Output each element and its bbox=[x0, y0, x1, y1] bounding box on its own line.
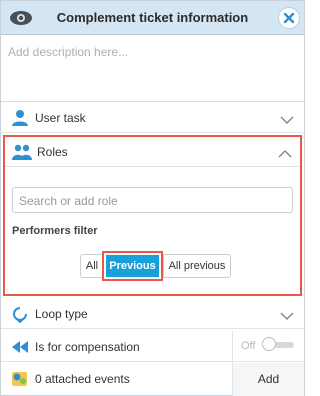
loop-icon bbox=[11, 305, 29, 324]
events-icon bbox=[11, 370, 29, 388]
attached-events-row: 0 attached events Add bbox=[1, 363, 304, 396]
chevron-down-icon[interactable] bbox=[280, 113, 294, 127]
user-task-row[interactable]: User task bbox=[1, 102, 304, 133]
chevron-down-icon[interactable] bbox=[280, 309, 294, 323]
loop-type-label: Loop type bbox=[35, 307, 88, 321]
toggle-knob[interactable] bbox=[262, 337, 276, 351]
compensation-toggle[interactable] bbox=[262, 337, 294, 351]
filter-all-button[interactable]: All bbox=[80, 254, 104, 278]
toggle-state-label: Off bbox=[241, 340, 256, 352]
attached-events-label: 0 attached events bbox=[35, 372, 130, 386]
ticket-panel: Complement ticket information Add descri… bbox=[0, 0, 305, 396]
roles-label: Roles bbox=[37, 145, 68, 159]
chevron-up-icon[interactable] bbox=[278, 147, 292, 161]
eye-icon[interactable] bbox=[9, 9, 33, 27]
description-placeholder: Add description here... bbox=[8, 45, 129, 59]
panel-header: Complement ticket information bbox=[1, 1, 304, 35]
description-field[interactable]: Add description here... bbox=[1, 35, 304, 102]
roles-header[interactable]: Roles bbox=[5, 137, 300, 167]
filter-all-previous-button[interactable]: All previous bbox=[163, 254, 231, 278]
role-search-input[interactable]: Search or add role bbox=[12, 187, 293, 213]
filter-previous-highlight: Previous bbox=[102, 251, 163, 281]
divider bbox=[232, 331, 233, 361]
add-event-button[interactable]: Add bbox=[233, 363, 304, 396]
close-icon[interactable] bbox=[278, 7, 300, 29]
roles-section: Roles Search or add role Performers filt… bbox=[3, 135, 302, 296]
panel-title: Complement ticket information bbox=[56, 10, 249, 25]
rewind-icon bbox=[11, 338, 29, 356]
performers-filter-label: Performers filter bbox=[12, 225, 98, 237]
users-icon bbox=[12, 143, 32, 164]
compensation-label: Is for compensation bbox=[35, 340, 140, 354]
loop-type-row[interactable]: Loop type bbox=[1, 298, 304, 329]
compensation-row: Is for compensation Off bbox=[1, 331, 304, 362]
filter-previous-button[interactable]: Previous bbox=[106, 255, 159, 277]
role-search-placeholder: Search or add role bbox=[19, 194, 118, 208]
user-task-label: User task bbox=[35, 111, 86, 125]
user-icon bbox=[11, 109, 29, 127]
